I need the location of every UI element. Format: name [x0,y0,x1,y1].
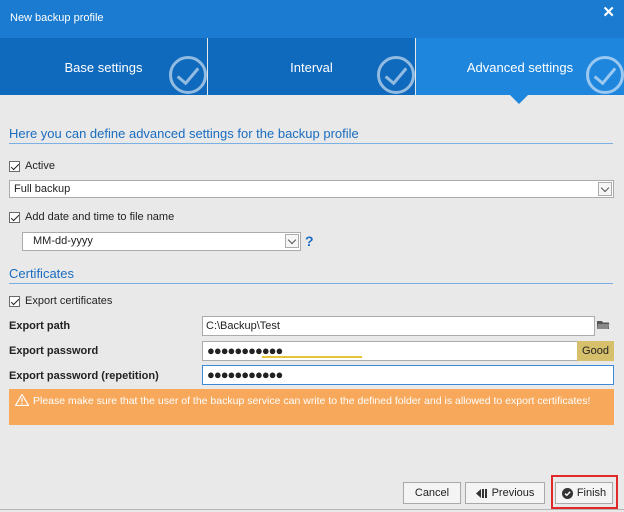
export-path-input[interactable]: C:\Backup\Test [202,316,595,336]
previous-button[interactable]: Previous [465,482,545,504]
export-password-label: Export password [9,345,99,357]
previous-button-label: Previous [491,487,535,499]
warning-banner: Please make sure that the user of the ba… [9,389,614,425]
export-password-repeat-label: Export password (repetition) [9,370,159,382]
finish-button[interactable]: Finish [555,482,613,504]
date-time-checkbox-label: Add date and time to file name [25,211,175,223]
export-certificates-checkbox[interactable] [9,296,20,307]
backup-type-select[interactable]: Full backup [9,180,614,198]
section-heading: Here you can define advanced settings fo… [9,126,359,141]
chevron-down-icon [285,234,299,248]
check-circle-icon [561,487,573,499]
close-icon[interactable]: ✕ [602,3,615,21]
cancel-button[interactable]: Cancel [403,482,461,504]
finish-button-label: Finish [576,487,607,499]
window-bottom-border [0,509,624,510]
export-password-input[interactable]: ●●●●●●●●●●● [202,341,578,361]
check-circle-icon [169,56,207,94]
export-password-repeat-input[interactable]: ●●●●●●●●●●● [202,365,614,385]
active-checkbox-label: Active [25,160,55,172]
certificates-divider [9,283,613,284]
heading-divider [9,143,613,144]
date-format-select[interactable]: MM-dd-yyyy [22,232,301,251]
password-strength-badge: Good [577,341,614,361]
export-password-repeat-mask: ●●●●●●●●●●● [207,367,283,382]
previous-icon [475,488,487,498]
check-circle-icon [586,56,624,94]
export-path-value: C:\Backup\Test [206,320,280,332]
date-time-checkbox[interactable] [9,212,20,223]
tab-advanced-settings[interactable]: Advanced settings [416,38,624,95]
date-format-value: MM-dd-yyyy [33,235,93,247]
tab-interval[interactable]: Interval [208,38,415,95]
cancel-button-label: Cancel [414,487,450,499]
warning-icon [15,394,29,406]
wizard-steps: Base settings Interval Advanced settings [0,38,624,98]
export-certificates-label: Export certificates [25,295,113,307]
title-bar: New backup profile ✕ [0,0,624,38]
password-strength-bar [262,356,362,358]
active-step-pointer [510,95,528,104]
active-checkbox[interactable] [9,161,20,172]
export-path-label: Export path [9,320,71,332]
tab-base-settings[interactable]: Base settings [0,38,207,95]
certificates-heading: Certificates [9,266,75,281]
browse-folder-icon[interactable] [597,319,610,330]
help-icon[interactable]: ? [305,233,314,249]
window-title: New backup profile [10,12,104,24]
password-strength-meter [202,356,502,358]
chevron-down-icon [598,182,612,196]
warning-text: Please make sure that the user of the ba… [33,395,591,407]
backup-type-value: Full backup [14,183,71,195]
check-circle-icon [377,56,415,94]
